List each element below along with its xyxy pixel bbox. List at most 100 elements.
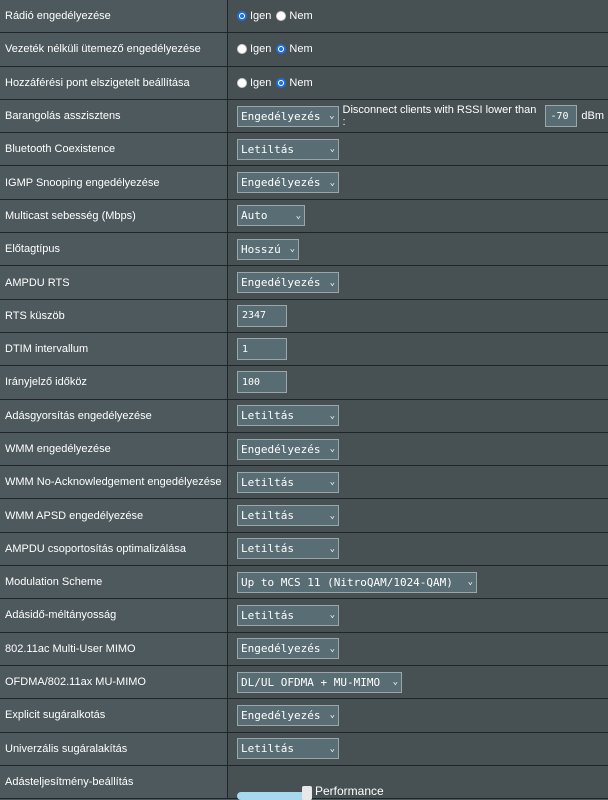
- setting-row-bluetooth-coexistence: Bluetooth Coexistence Letiltás ⌄: [0, 133, 608, 167]
- chevron-down-icon: ⌄: [329, 543, 335, 554]
- 802-11ac-multi-user-mimo-select[interactable]: Engedélyezés ⌄: [237, 638, 339, 660]
- explicit-sugaralkotas-select[interactable]: Engedélyezés ⌄: [237, 704, 339, 726]
- radio-no-label[interactable]: Nem: [289, 43, 312, 55]
- setting-value-cell: Letiltás ⌄: [228, 399, 608, 432]
- setting-value-cell: Engedélyezés ⌄ Disconnect clients with RSS…: [228, 99, 608, 133]
- setting-label: Irányjelző időköz: [0, 366, 228, 399]
- radio-yes-label[interactable]: Igen: [250, 77, 271, 89]
- adasgyorsitas-engedelyezese-select[interactable]: Letiltás ⌄: [237, 405, 339, 427]
- setting-label: WMM engedélyezése: [0, 432, 228, 466]
- univerzalis-sugaralakitas-select[interactable]: Letiltás ⌄: [237, 738, 339, 760]
- adasgyorsitas-engedelyezese-select-value: Letiltás: [241, 409, 294, 423]
- setting-row-elotagtipus: Előtagtípus Hosszú ⌄: [0, 233, 608, 267]
- setting-value-cell: Performance: [228, 765, 608, 800]
- chevron-down-icon: ⌄: [329, 410, 335, 421]
- setting-label: Rádió engedélyezése: [0, 0, 228, 33]
- setting-row-multicast-sebesseg-mbps: Multicast sebesség (Mbps) Auto ⌄: [0, 199, 608, 234]
- setting-row-802-11ac-multi-user-mimo: 802.11ac Multi-User MIMO Engedélyezés ⌄: [0, 632, 608, 666]
- setting-row-modulation-scheme: Modulation Scheme Up to MCS 11 (NitroQAM/…: [0, 566, 608, 600]
- chevron-down-icon: ⌄: [329, 710, 335, 721]
- bluetooth-coexistence-select[interactable]: Letiltás ⌄: [237, 138, 339, 160]
- setting-row-iranyjelzo-idokoz: Irányjelző időköz 100: [0, 366, 608, 400]
- radio-yes[interactable]: [237, 77, 247, 88]
- radio-yes[interactable]: [237, 44, 247, 55]
- ofdma-802-11ax-mu-mimo-select[interactable]: DL/UL OFDMA + MU-MIMO ⌄: [237, 671, 402, 693]
- chevron-down-icon: ⌄: [329, 177, 335, 188]
- radio-group: Igen Nem: [237, 10, 318, 22]
- setting-row-rts-kuszob: RTS küszöb 2347: [0, 299, 608, 333]
- setting-row-ampdu-csoportositas-optimalizalasa: AMPDU csoportosítás optimalizálása Letilt…: [0, 532, 608, 567]
- univerzalis-sugaralakitas-select-value: Letiltás: [241, 742, 294, 756]
- setting-value-cell: Auto ⌄: [228, 199, 608, 233]
- setting-value-cell: Igen Nem: [228, 66, 608, 99]
- radio-no[interactable]: [276, 44, 287, 55]
- radio-yes[interactable]: [237, 11, 247, 22]
- chevron-down-icon: ⌄: [329, 477, 335, 488]
- setting-label: Modulation Scheme: [0, 566, 228, 599]
- chevron-down-icon: ⌄: [329, 111, 335, 122]
- wmm-no-acknowledgement-engedelyezese-select[interactable]: Letiltás ⌄: [237, 471, 339, 493]
- radio-yes-label[interactable]: Igen: [250, 10, 271, 22]
- chevron-down-icon: ⌄: [329, 610, 335, 621]
- chevron-down-icon: ⌄: [392, 677, 398, 688]
- setting-row-ampdu-rts: AMPDU RTS Engedélyezés ⌄: [0, 266, 608, 300]
- chevron-down-icon: ⌄: [329, 277, 335, 288]
- setting-value-cell: Hosszú ⌄: [228, 233, 608, 266]
- bluetooth-coexistence-select-value: Letiltás: [241, 142, 294, 156]
- multicast-sebesseg-mbps-select-value: Auto: [241, 209, 268, 223]
- explicit-sugaralkotas-select-value: Engedélyezés: [241, 708, 321, 722]
- slider-thumb[interactable]: [302, 786, 312, 800]
- setting-label: Bluetooth Coexistence: [0, 133, 228, 166]
- radio-yes-label[interactable]: Igen: [250, 43, 271, 55]
- setting-value-cell: Engedélyezés ⌄: [228, 699, 608, 732]
- barangolas-asszisztens-select-value: Engedélyezés: [241, 109, 321, 123]
- setting-label: Multicast sebesség (Mbps): [0, 199, 228, 233]
- ampdu-rts-select[interactable]: Engedélyezés ⌄: [237, 272, 339, 294]
- setting-value-cell: Engedélyezés ⌄: [228, 632, 608, 665]
- setting-label: Előtagtípus: [0, 233, 228, 266]
- setting-label: RTS küszöb: [0, 299, 228, 332]
- setting-row-dtim-intervallum: DTIM intervallum 1: [0, 332, 608, 367]
- setting-label: Explicit sugáralkotás: [0, 699, 228, 732]
- adasido-meltanyossag-select[interactable]: Letiltás ⌄: [237, 604, 339, 626]
- chevron-down-icon: ⌄: [329, 444, 335, 454]
- ampdu-csoportositas-optimalizalasa-select[interactable]: Letiltás ⌄: [237, 538, 339, 560]
- barangolas-asszisztens-select[interactable]: Engedélyezés ⌄: [237, 105, 339, 127]
- wmm-engedelyezese-select-value: Engedélyezés: [241, 442, 321, 456]
- setting-row-wmm-apsd-engedelyezese: WMM APSD engedélyezése Letiltás ⌄: [0, 499, 608, 533]
- iranyjelzo-idokoz-input[interactable]: 100: [237, 371, 287, 394]
- setting-row-explicit-sugaralkotas: Explicit sugáralkotás Engedélyezés ⌄: [0, 699, 608, 733]
- adasido-meltanyossag-select-value: Letiltás: [241, 608, 294, 622]
- multicast-sebesseg-mbps-select[interactable]: Auto ⌄: [237, 205, 305, 227]
- radio-no[interactable]: [276, 77, 287, 88]
- radio-no-label[interactable]: Nem: [289, 10, 312, 22]
- setting-label: Vezeték nélküli ütemező engedélyezése: [0, 33, 228, 66]
- radio-no-label[interactable]: Nem: [289, 77, 312, 89]
- dtim-intervallum-input[interactable]: 1: [237, 338, 287, 361]
- chevron-down-icon: ⌄: [329, 510, 335, 521]
- 802-11ac-multi-user-mimo-select-value: Engedélyezés: [241, 642, 321, 656]
- setting-row-wmm-no-acknowledgement-engedelyezese: WMM No-Acknowledgement engedélyezése Leti…: [0, 466, 608, 500]
- setting-value-cell: Letiltás ⌄: [228, 499, 608, 532]
- setting-value-cell: DL/UL OFDMA + MU-MIMO ⌄: [228, 665, 608, 699]
- setting-value-cell: Engedélyezés ⌄: [228, 166, 608, 199]
- chevron-down-icon: ⌄: [467, 577, 473, 588]
- igmp-snooping-engedelyezese-select[interactable]: Engedélyezés ⌄: [237, 172, 339, 194]
- wmm-no-acknowledgement-engedelyezese-select-value: Letiltás: [241, 475, 294, 489]
- wmm-engedelyezese-select[interactable]: Engedélyezés ⌄: [237, 438, 339, 460]
- chevron-down-icon: ⌄: [329, 144, 335, 155]
- igmp-snooping-engedelyezese-select-value: Engedélyezés: [241, 176, 321, 190]
- setting-label: Adásgyorsítás engedélyezése: [0, 399, 228, 432]
- rssi-threshold-input[interactable]: -70: [545, 105, 578, 128]
- chevron-down-icon: ⌄: [295, 210, 301, 221]
- wmm-apsd-engedelyezese-select[interactable]: Letiltás ⌄: [237, 505, 339, 527]
- radio-no[interactable]: [276, 11, 287, 22]
- tx-power-slider[interactable]: [237, 786, 312, 800]
- setting-label: WMM APSD engedélyezése: [0, 499, 228, 532]
- rts-kuszob-input[interactable]: 2347: [237, 304, 287, 327]
- setting-row-univerzalis-sugaralakitas: Univerzális sugáralakítás Letiltás ⌄: [0, 732, 608, 766]
- chevron-down-icon: ⌄: [329, 743, 335, 754]
- setting-label: Adásteljesítmény-beállítás: [0, 765, 228, 799]
- elotagtipus-select[interactable]: Hosszú ⌄: [237, 238, 299, 260]
- modulation-scheme-select[interactable]: Up to MCS 11 (NitroQAM/1024-QAM) ⌄: [237, 571, 477, 593]
